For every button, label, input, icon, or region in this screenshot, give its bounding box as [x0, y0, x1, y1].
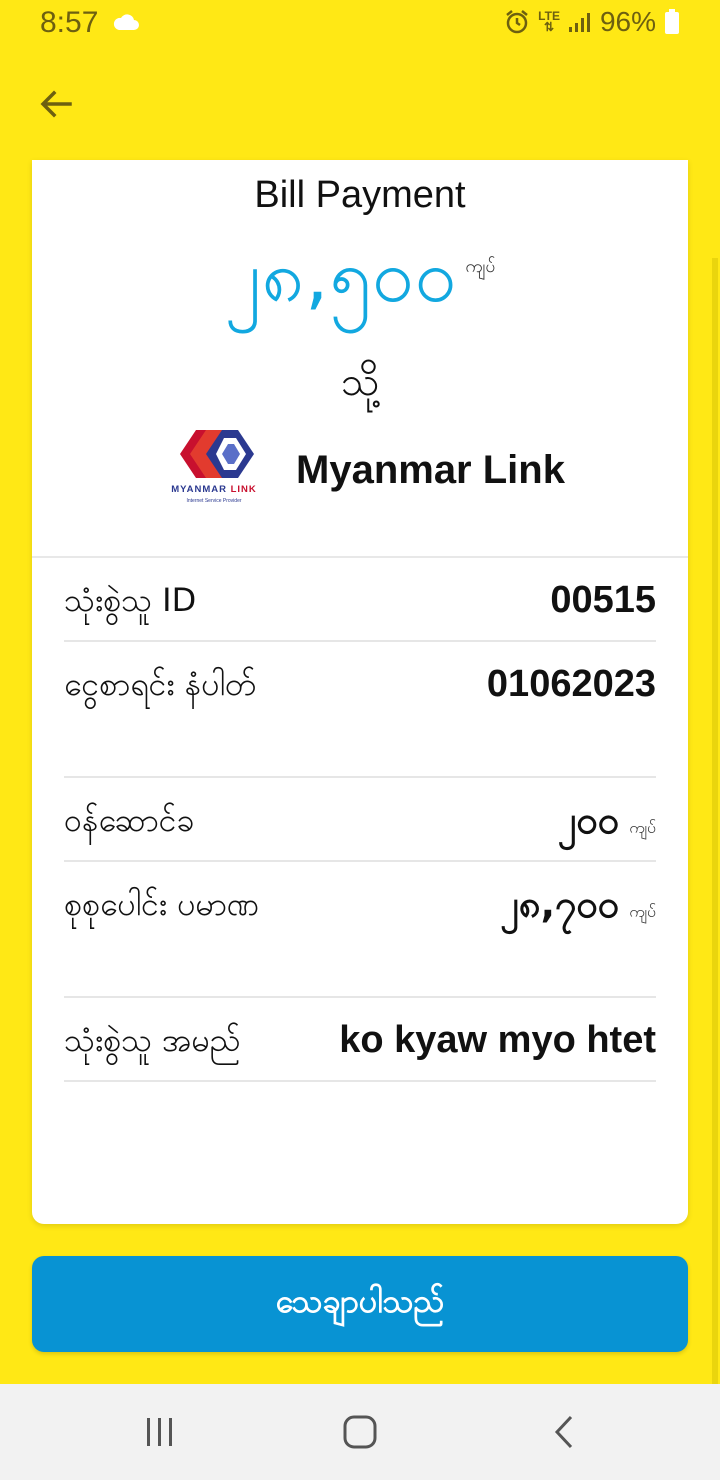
detail-value: ၂၀၀ ကျပ်: [557, 798, 656, 842]
detail-value: ko kyaw myo htet: [339, 1019, 656, 1061]
detail-value: ၂၈,၇၀၀ ကျပ်: [500, 882, 656, 926]
currency-unit: ကျပ်: [629, 902, 656, 921]
amount-display: ၂၈,၅၀၀ ကျပ်: [32, 234, 688, 318]
battery-icon: [664, 9, 680, 35]
lte-icon: LTE ⇅: [538, 9, 560, 34]
amount-value: ၂၈,၅၀၀: [224, 233, 458, 319]
signal-icon: [568, 11, 592, 33]
status-bar: 8:57 LTE ⇅ 96%: [0, 0, 720, 52]
cloud-icon: [112, 12, 140, 36]
currency-unit: ကျပ်: [629, 818, 656, 837]
merchant-logo: MYANMAR LINK Internet Service Provider: [166, 424, 262, 514]
detail-label: ဝန်ဆောင်ခ: [64, 801, 195, 839]
scrollbar[interactable]: [712, 258, 718, 1384]
svg-text:Internet Service Provider: Internet Service Provider: [186, 498, 241, 504]
detail-label: ငွေစာရင်း နံပါတ်: [64, 665, 257, 703]
arrow-left-icon: [40, 90, 72, 118]
back-button[interactable]: [32, 80, 80, 128]
merchant-info: MYANMAR LINK Internet Service Provider M…: [32, 424, 688, 514]
detail-value: 01062023: [486, 663, 656, 705]
recent-apps-button[interactable]: [130, 1412, 190, 1452]
detail-label: စုစုပေါင်း ပမာဏ: [64, 885, 260, 923]
status-icons: LTE ⇅ 96%: [504, 6, 680, 38]
status-time: 8:57: [40, 6, 99, 39]
page-title: Bill Payment: [254, 174, 466, 216]
confirm-button[interactable]: သေချာပါသည်: [32, 1256, 688, 1352]
navigation-bar: [0, 1384, 720, 1480]
amount-currency: ကျပ်: [465, 256, 496, 277]
detail-row-account-number: ငွေစာရင်း နံပါတ် 01062023: [64, 642, 656, 778]
detail-row-service-fee: ဝန်ဆောင်ခ ၂၀၀ ကျပ်: [64, 778, 656, 862]
detail-value: 00515: [550, 579, 656, 621]
bill-details: သုံးစွဲသူ ID 00515 ငွေစာရင်း နံပါတ် 0106…: [64, 558, 656, 1082]
svg-text:MYANMAR LINK: MYANMAR LINK: [171, 484, 257, 495]
bill-summary-card: Bill Payment ၂၈,၅၀၀ ကျပ် သို့ MYANMAR LI…: [32, 160, 688, 1224]
home-icon: [343, 1415, 377, 1449]
recent-apps-icon: [147, 1418, 172, 1446]
detail-row-total-amount: စုစုပေါင်း ပမာဏ ၂၈,၇၀၀ ကျပ်: [64, 862, 656, 998]
merchant-name: Myanmar Link: [296, 448, 565, 492]
back-nav-button[interactable]: [534, 1412, 594, 1452]
battery-text: 96%: [599, 6, 656, 37]
alarm-icon: [504, 9, 530, 35]
detail-row-user-id: သုံးစွဲသူ ID 00515: [64, 558, 656, 642]
detail-label: သုံးစွဲသူ အမည်: [64, 1021, 241, 1059]
home-button[interactable]: [330, 1412, 390, 1452]
detail-row-user-name: သုံးစွဲသူ အမည် ko kyaw myo htet: [64, 998, 656, 1082]
chevron-left-icon: [554, 1415, 573, 1449]
to-label: သို့: [340, 359, 380, 405]
detail-label: သုံးစွဲသူ ID: [64, 581, 197, 619]
